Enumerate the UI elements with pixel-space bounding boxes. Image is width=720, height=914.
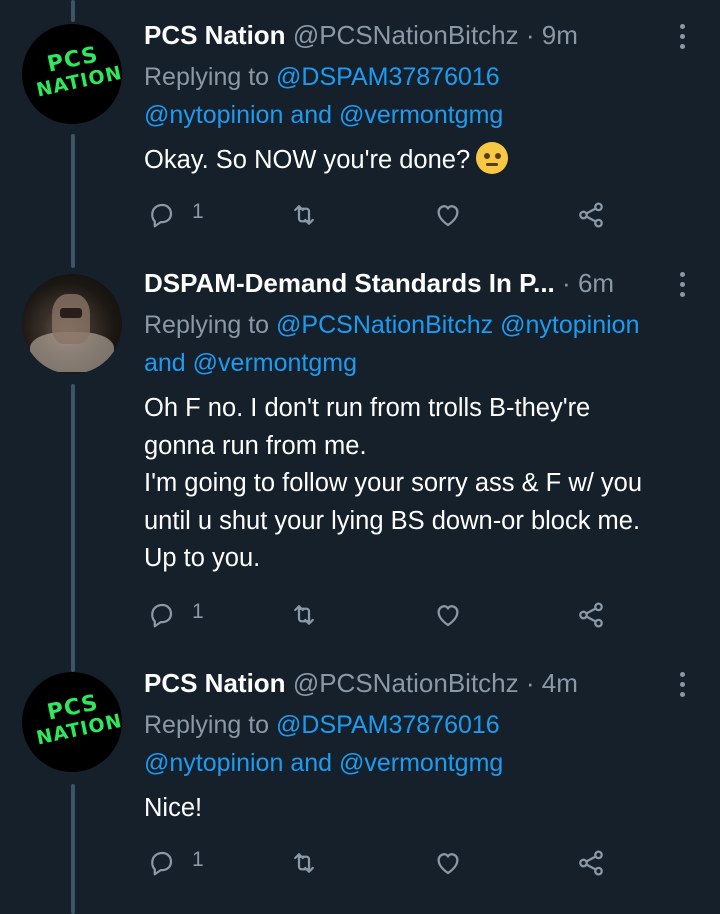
tweet[interactable]: DSPAM-Demand Standards In P... · 6m Repl… — [0, 248, 720, 656]
avatar[interactable]: PCS NATION — [22, 672, 122, 772]
reply-button[interactable]: 1 — [146, 194, 216, 234]
tweet-actions: 1 — [0, 842, 720, 882]
mention-link[interactable]: @vermontgmg — [339, 749, 503, 777]
retweet-button[interactable] — [288, 842, 322, 882]
like-button[interactable] — [432, 594, 466, 634]
replying-to: Replying to @DSPAM37876016 @nytopinion a… — [144, 711, 504, 777]
reply-icon — [151, 603, 173, 628]
mention-link[interactable]: @vermontgmg — [339, 101, 503, 129]
display-name[interactable]: DSPAM-Demand Standards In P... — [144, 268, 555, 298]
pcs-nation-logo: PCS NATION — [34, 690, 122, 750]
reply-icon — [151, 203, 173, 228]
mention-and[interactable]: and — [144, 349, 186, 377]
reply-button[interactable]: 1 — [146, 594, 216, 634]
pcs-nation-logo: PCS NATION — [34, 42, 122, 102]
more-options-icon[interactable] — [672, 670, 692, 700]
reply-count: 1 — [192, 600, 204, 623]
timestamp[interactable]: 4m — [542, 668, 578, 698]
mention-and[interactable]: and — [290, 749, 332, 777]
user-handle[interactable]: @PCSNationBitchz — [293, 20, 519, 50]
tweet-text: Oh F no. I don't run from trolls B-they'… — [144, 394, 643, 572]
share-button[interactable] — [576, 594, 610, 634]
reply-count: 1 — [192, 200, 204, 223]
user-handle[interactable]: @PCSNationBitchz — [293, 668, 519, 698]
mention-link[interactable]: @PCSNationBitchz — [276, 311, 493, 339]
avatar[interactable]: PCS NATION — [22, 24, 122, 124]
separator-dot: · — [562, 268, 571, 298]
like-button[interactable] — [432, 842, 466, 882]
like-icon — [437, 853, 459, 875]
share-icon — [579, 602, 603, 628]
display-name[interactable]: PCS Nation — [144, 668, 286, 698]
more-options-icon[interactable] — [672, 270, 692, 300]
retweet-icon — [294, 853, 314, 873]
tweet[interactable]: PCS NATION PCS Nation @PCSNationBitchz ·… — [0, 648, 720, 914]
tweet-actions: 1 — [0, 194, 720, 234]
share-button[interactable] — [576, 842, 610, 882]
mention-link[interactable]: @nytopinion — [500, 311, 639, 339]
mention-link[interactable]: @DSPAM37876016 — [276, 63, 500, 91]
display-name[interactable]: PCS Nation — [144, 20, 286, 50]
reply-count: 1 — [192, 848, 204, 871]
replying-to: Replying to @DSPAM37876016 @nytopinion a… — [144, 63, 504, 129]
avatar[interactable] — [22, 274, 122, 374]
retweet-button[interactable] — [288, 594, 322, 634]
timestamp[interactable]: 9m — [542, 20, 578, 50]
separator-dot: · — [525, 668, 535, 698]
separator-dot: · — [525, 20, 535, 50]
mention-link[interactable]: @nytopinion — [144, 749, 283, 777]
reply-icon — [151, 851, 173, 876]
tweet[interactable]: PCS NATION PCS Nation @PCSNationBitchz ·… — [0, 0, 720, 248]
tweet-header: PCS Nation @PCSNationBitchz · 9m — [144, 20, 578, 51]
share-button[interactable] — [576, 194, 610, 234]
retweet-icon — [294, 605, 314, 625]
share-icon — [579, 850, 603, 876]
retweet-icon — [294, 205, 314, 225]
mention-and[interactable]: and — [290, 101, 332, 129]
share-icon — [579, 202, 603, 228]
timestamp[interactable]: 6m — [578, 268, 614, 298]
tweet-actions: 1 — [0, 594, 720, 634]
mention-link[interactable]: @vermontgmg — [193, 349, 357, 377]
like-icon — [437, 205, 459, 227]
replying-to: Replying to @PCSNationBitchz @nytopinion… — [144, 311, 640, 377]
more-options-icon[interactable] — [672, 22, 692, 52]
rolling-eyes-emoji-icon — [476, 142, 509, 174]
mention-link[interactable]: @nytopinion — [144, 101, 283, 129]
tweet-text: Nice! — [144, 794, 203, 822]
like-icon — [437, 605, 459, 627]
like-button[interactable] — [432, 194, 466, 234]
mention-link[interactable]: @DSPAM37876016 — [276, 711, 500, 739]
tweet-header: PCS Nation @PCSNationBitchz · 4m — [144, 668, 578, 699]
retweet-button[interactable] — [288, 194, 322, 234]
reply-button[interactable]: 1 — [146, 842, 216, 882]
tweet-text: Okay. So NOW you're done? — [144, 142, 704, 180]
tweet-header: DSPAM-Demand Standards In P... · 6m — [144, 268, 614, 299]
